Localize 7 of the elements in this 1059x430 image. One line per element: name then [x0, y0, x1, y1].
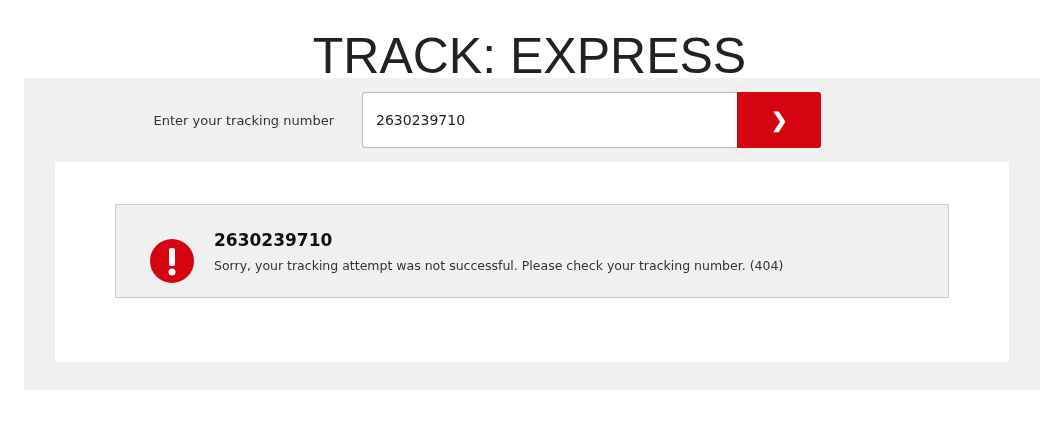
message-heading: 2630239710 [214, 229, 334, 250]
tracking-number-field[interactable]: 2630239710 [362, 92, 737, 148]
submit-button[interactable]: ❯ [737, 92, 821, 148]
page-title: TRACK: EXPRESS [311, 27, 748, 78]
error-icon [150, 239, 194, 283]
field-label: Enter your tracking number [152, 112, 335, 128]
message-text: Sorry, your tracking attempt was not successful. Please check your tracking number. (404) [214, 257, 784, 273]
